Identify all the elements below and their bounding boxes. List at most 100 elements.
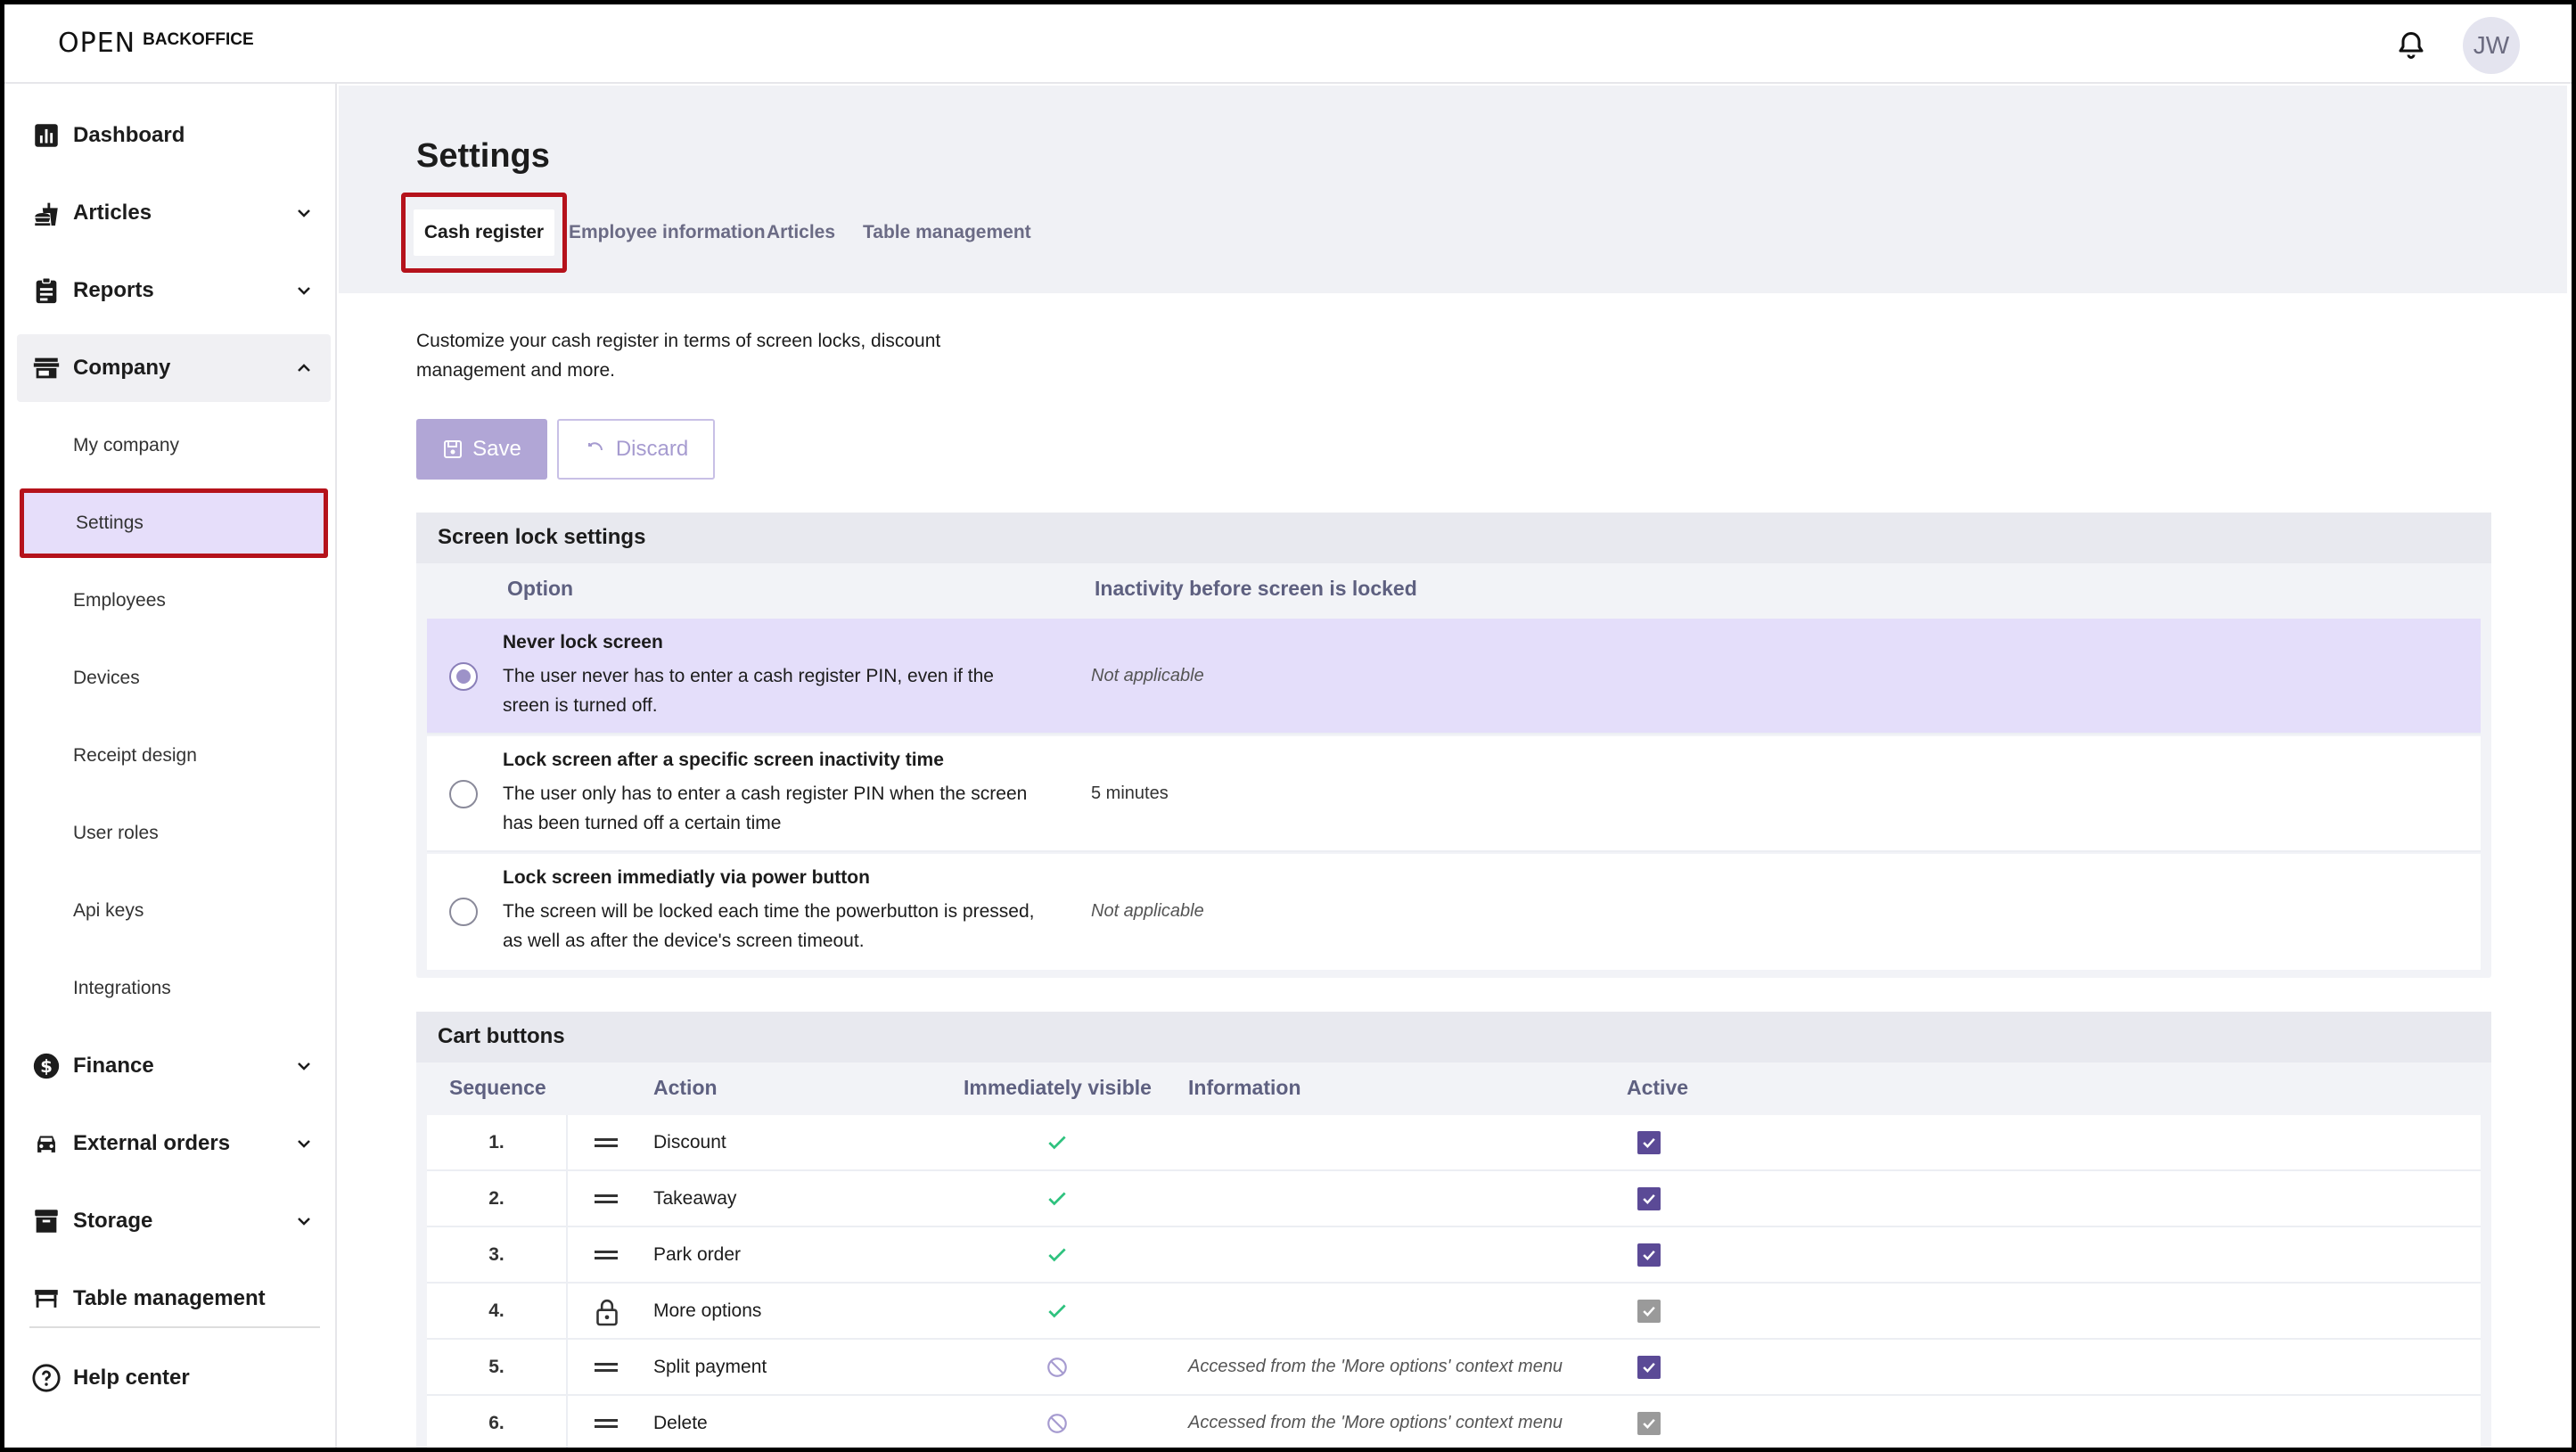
column-header-inactivity: Inactivity before screen is locked: [1095, 577, 1417, 600]
sidebar-item-table-management[interactable]: Table management: [17, 1265, 331, 1333]
action-name: Park order: [653, 1243, 742, 1265]
tab-table-management[interactable]: Table management: [863, 193, 1031, 273]
lock-option-row[interactable]: Never lock screen The user never has to …: [427, 619, 2481, 734]
notification-bell-icon[interactable]: [2395, 29, 2427, 62]
discard-button[interactable]: Discard: [557, 419, 715, 480]
tab-cash-register[interactable]: Cash register: [401, 193, 567, 273]
sidebar-subitem-user-roles[interactable]: User roles: [17, 800, 331, 867]
sidebar-subitem-devices[interactable]: Devices: [17, 644, 331, 712]
active-checkbox[interactable]: [1637, 1187, 1661, 1210]
action-name: Split payment: [653, 1356, 767, 1377]
settings-content: Customize your cash register in terms of…: [339, 293, 2567, 1448]
sidebar-item-help-center[interactable]: Help center: [17, 1344, 331, 1412]
archive-box-icon: [35, 1210, 58, 1233]
save-button[interactable]: Save: [416, 419, 547, 480]
chevron-down-icon: [298, 1140, 310, 1148]
logo-subtitle: BACKOFFICE: [143, 29, 254, 49]
option-value: Not applicable: [1091, 901, 1204, 921]
active-checkbox-disabled: [1637, 1300, 1661, 1323]
action-name: Delete: [653, 1412, 708, 1433]
sidebar-item-finance[interactable]: $ Finance: [17, 1032, 331, 1100]
check-icon: [1643, 1194, 1655, 1204]
active-checkbox[interactable]: [1637, 1243, 1661, 1267]
not-visible-icon: [1047, 1414, 1067, 1433]
sidebar-item-label: Reports: [73, 278, 154, 302]
table-icon: [35, 1290, 58, 1308]
sidebar-subitem-label: Integrations: [73, 978, 171, 998]
table-row[interactable]: 4. More options: [427, 1284, 2481, 1340]
drag-handle-icon[interactable]: [595, 1191, 618, 1207]
table-row[interactable]: 3. Park order: [427, 1227, 2481, 1284]
sidebar-subitem-employees[interactable]: Employees: [17, 567, 331, 635]
sidebar-subitem-api-keys[interactable]: Api keys: [17, 877, 331, 945]
save-button-label: Save: [472, 437, 521, 461]
column-header-information: Information: [1188, 1076, 1301, 1099]
tab-articles[interactable]: Articles: [767, 193, 835, 273]
sidebar-item-dashboard[interactable]: Dashboard: [17, 102, 331, 169]
sidebar-item-label: Table management: [73, 1286, 266, 1310]
sidebar-item-label: Storage: [73, 1209, 153, 1233]
option-title: Never lock screen: [503, 632, 663, 652]
option-value: Not applicable: [1091, 666, 1204, 685]
check-icon: [1643, 1306, 1655, 1317]
sidebar-subitem-settings[interactable]: Settings: [20, 488, 328, 558]
sidebar-subitem-integrations[interactable]: Integrations: [17, 955, 331, 1022]
logo[interactable]: OPEN BACKOFFICE: [58, 28, 254, 59]
radio-button-selected[interactable]: [449, 662, 478, 691]
checkmark-icon: [1048, 1248, 1066, 1262]
app-window: OPEN BACKOFFICE JW Dashboard Articles Re…: [0, 0, 2576, 1452]
lock-icon: [596, 1299, 618, 1326]
table-row[interactable]: 1. Discount: [427, 1115, 2481, 1171]
lock-option-row[interactable]: Lock screen after a specific screen inac…: [427, 736, 2481, 852]
sequence-number: 1.: [427, 1115, 568, 1169]
sidebar-item-external-orders[interactable]: External orders: [17, 1110, 331, 1177]
sequence-number: 6.: [427, 1396, 568, 1448]
sidebar-item-articles[interactable]: Articles: [17, 179, 331, 247]
sidebar-item-label: Finance: [73, 1054, 154, 1078]
tab-label: Cash register: [413, 209, 555, 256]
active-checkbox[interactable]: [1637, 1131, 1661, 1154]
drag-handle-icon[interactable]: [595, 1415, 618, 1431]
chevron-up-icon: [298, 364, 310, 372]
avatar[interactable]: JW: [2463, 17, 2520, 74]
radio-button[interactable]: [449, 898, 478, 926]
sidebar-item-label: Company: [73, 356, 171, 380]
sidebar-subitem-receipt-design[interactable]: Receipt design: [17, 722, 331, 790]
table-row[interactable]: 5. Split payment Accessed from the 'More…: [427, 1340, 2481, 1396]
page-header: Settings Cash register Employee informat…: [339, 86, 2567, 293]
chevron-down-icon: [298, 1062, 310, 1071]
sidebar-subitem-label: Employees: [73, 590, 166, 611]
table-row[interactable]: 2. Takeaway: [427, 1171, 2481, 1227]
panel-header: [416, 1012, 2491, 1062]
column-header-immediately-visible: Immediately visible: [964, 1076, 1152, 1099]
table-row[interactable]: 6. Delete Accessed from the 'More option…: [427, 1396, 2481, 1448]
radio-button[interactable]: [449, 780, 478, 808]
active-checkbox[interactable]: [1637, 1356, 1661, 1379]
page-title: Settings: [416, 137, 550, 175]
sidebar-item-storage[interactable]: Storage: [17, 1187, 331, 1255]
column-header-option: Option: [507, 577, 574, 600]
sequence-number: 2.: [427, 1171, 568, 1226]
sidebar-subitem-label: Api keys: [73, 900, 144, 921]
column-header-active: Active: [1627, 1076, 1689, 1099]
car-icon: [37, 1136, 55, 1153]
sidebar-item-reports[interactable]: Reports: [17, 257, 331, 324]
drag-handle-icon[interactable]: [595, 1359, 618, 1375]
option-description: The user only has to enter a cash regist…: [503, 783, 1028, 833]
sidebar-divider: [29, 1326, 320, 1328]
clipboard-icon: [36, 277, 57, 304]
sidebar-subitem-label: Settings: [76, 513, 144, 533]
logo-wordmark: OPEN: [58, 28, 136, 59]
fastfood-icon: [35, 202, 58, 226]
option-title: Lock screen after a specific screen inac…: [503, 750, 944, 770]
active-checkbox-disabled: [1637, 1412, 1661, 1435]
sidebar-subitem-my-company[interactable]: My company: [17, 412, 331, 480]
dollar-circle-icon: $: [33, 1053, 60, 1079]
drag-handle-icon[interactable]: [595, 1247, 618, 1263]
lock-option-row[interactable]: Lock screen immediatly via power button …: [427, 854, 2481, 970]
drag-handle-icon[interactable]: [595, 1135, 618, 1151]
floppy-disk-icon: [444, 440, 463, 458]
info-text: Accessed from the 'More options' context…: [1188, 1357, 1563, 1376]
sidebar-item-company[interactable]: Company: [17, 334, 331, 402]
tab-employee-information[interactable]: Employee information: [569, 193, 766, 273]
